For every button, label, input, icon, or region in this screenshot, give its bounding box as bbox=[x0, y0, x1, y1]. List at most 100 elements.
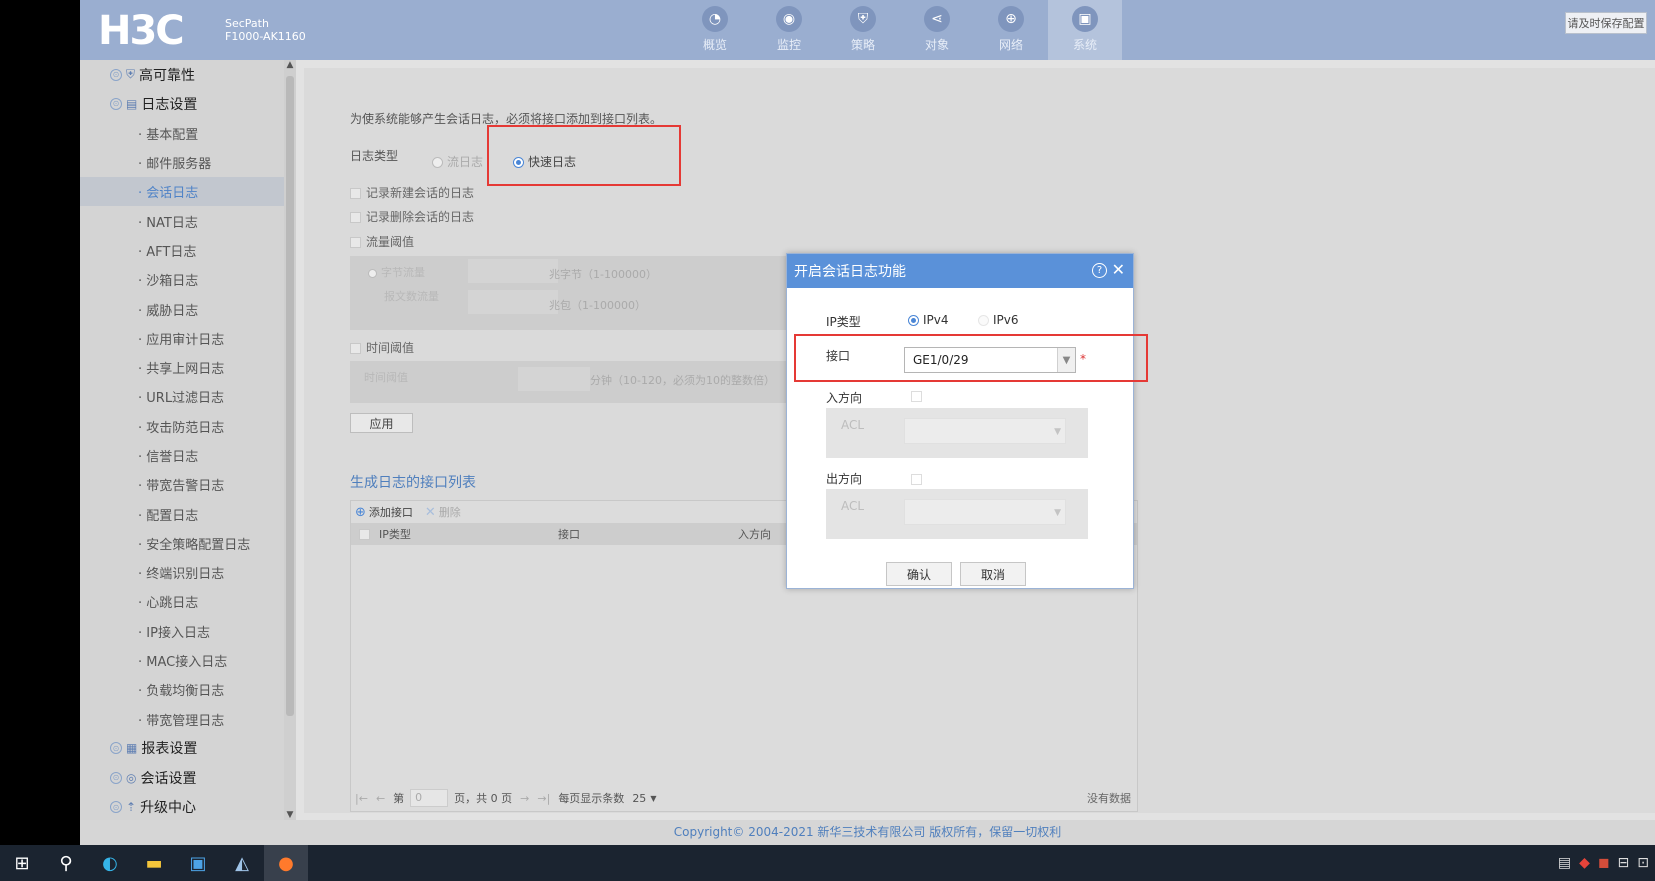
checkbox-icon[interactable] bbox=[350, 188, 361, 199]
radio-icon[interactable] bbox=[432, 157, 443, 168]
ip-type-ipv6-option[interactable]: IPv6 bbox=[978, 313, 1019, 327]
col-inbound[interactable]: 入方向 bbox=[738, 526, 771, 542]
network-icon[interactable]: ⊟ bbox=[1618, 855, 1630, 871]
sidebar-item[interactable]: · 负载均衡日志 bbox=[80, 675, 284, 704]
sidebar-item[interactable]: · 威胁日志 bbox=[80, 294, 284, 323]
radio-icon[interactable] bbox=[978, 315, 989, 326]
pager-page-input[interactable]: 0 bbox=[410, 789, 449, 807]
time-threshold-input[interactable] bbox=[518, 367, 590, 391]
nav-object[interactable]: ⋖ 对象 bbox=[900, 0, 974, 60]
sidebar-group-ha[interactable]: ⊙ ⛨ 高可靠性 bbox=[80, 60, 284, 89]
sidebar-group-log[interactable]: ⊙ ▤ 日志设置 bbox=[80, 89, 284, 118]
chevron-down-icon[interactable]: ▼ bbox=[1054, 508, 1061, 518]
scrollbar-thumb[interactable] bbox=[286, 76, 294, 716]
edge-browser-icon[interactable]: ◐ bbox=[88, 845, 132, 881]
sidebar-item[interactable]: · 沙箱日志 bbox=[80, 265, 284, 294]
sidebar-item[interactable]: · MAC接入日志 bbox=[80, 646, 284, 675]
sidebar-item[interactable]: · 攻击防范日志 bbox=[80, 412, 284, 441]
select-all-checkbox[interactable] bbox=[359, 528, 370, 540]
checkbox-icon[interactable] bbox=[350, 212, 361, 223]
sidebar-item[interactable]: · 安全策略配置日志 bbox=[80, 529, 284, 558]
nav-policy[interactable]: ⛨ 策略 bbox=[826, 0, 900, 60]
sidebar: ⊙ ⛨ 高可靠性 ⊙ ▤ 日志设置 · 基本配置 · 邮件服务器 · 会话日志 · N… bbox=[80, 60, 284, 820]
record-delete-session-checkbox[interactable]: 记录删除会话的日志 bbox=[350, 208, 474, 225]
file-explorer-icon[interactable]: ▬ bbox=[132, 845, 176, 881]
collapse-icon[interactable]: ⊙ bbox=[110, 97, 122, 110]
outbound-acl-select[interactable]: ▼ bbox=[904, 499, 1066, 525]
sidebar-item[interactable]: · 配置日志 bbox=[80, 499, 284, 528]
pager-size-select[interactable]: 25 bbox=[632, 792, 646, 805]
sidebar-item[interactable]: · AFT日志 bbox=[80, 236, 284, 265]
radio-icon[interactable] bbox=[368, 268, 377, 278]
nav-overview[interactable]: ◔ 概览 bbox=[678, 0, 752, 60]
time-threshold-checkbox[interactable]: 时间阈值 bbox=[350, 339, 414, 356]
chevron-down-icon[interactable]: ▼ bbox=[1054, 427, 1061, 437]
sidebar-scrollbar[interactable]: ▲ ▼ bbox=[284, 60, 296, 820]
close-icon[interactable]: ✕ bbox=[1112, 260, 1125, 279]
checkbox-icon[interactable] bbox=[350, 343, 361, 354]
sidebar-item[interactable]: · 邮件服务器 bbox=[80, 148, 284, 177]
ip-type-ipv4-option[interactable]: IPv4 bbox=[908, 313, 949, 327]
confirm-button[interactable]: 确认 bbox=[886, 562, 952, 586]
radio-selected-icon[interactable] bbox=[908, 315, 919, 326]
nav-network[interactable]: ⊕ 网络 bbox=[974, 0, 1048, 60]
sidebar-item[interactable]: · 信誉日志 bbox=[80, 441, 284, 470]
sidebar-item[interactable]: · 心跳日志 bbox=[80, 587, 284, 616]
traffic-packets-input[interactable] bbox=[468, 290, 558, 314]
sidebar-item[interactable]: · 会话日志 bbox=[80, 177, 284, 207]
app-tray-icon[interactable]: ◆ bbox=[1579, 855, 1590, 871]
sidebar-item[interactable]: · 带宽管理日志 bbox=[80, 705, 284, 734]
sidebar-item[interactable]: · NAT日志 bbox=[80, 206, 284, 235]
col-ip-type[interactable]: IP类型 bbox=[379, 526, 411, 542]
keyboard-icon[interactable]: ▤ bbox=[1558, 855, 1571, 871]
outbound-checkbox[interactable] bbox=[911, 474, 922, 485]
sidebar-item[interactable]: · 基本配置 bbox=[80, 119, 284, 148]
display-icon[interactable]: ⊡ bbox=[1637, 855, 1649, 871]
delete-button[interactable]: ✕ 删除 bbox=[425, 504, 461, 520]
sidebar-group-report[interactable]: ⊙ ▦ 报表设置 bbox=[80, 734, 284, 763]
security-tray-icon[interactable]: ◼ bbox=[1598, 855, 1610, 871]
chevron-down-icon[interactable]: ▼ bbox=[650, 794, 656, 803]
nav-system[interactable]: ▣ 系统 bbox=[1048, 0, 1122, 60]
last-page-icon[interactable]: →| bbox=[537, 792, 550, 805]
sidebar-item[interactable]: · 终端识别日志 bbox=[80, 558, 284, 587]
inbound-acl-select[interactable]: ▼ bbox=[904, 418, 1066, 444]
record-new-session-checkbox[interactable]: 记录新建会话的日志 bbox=[350, 184, 474, 201]
sidebar-item[interactable]: · IP接入日志 bbox=[80, 617, 284, 646]
expand-icon[interactable]: ⊙ bbox=[110, 68, 122, 81]
sidebar-group-session[interactable]: ⊙ ◎ 会话设置 bbox=[80, 763, 284, 792]
sidebar-item[interactable]: · 带宽告警日志 bbox=[80, 470, 284, 499]
firefox-icon[interactable]: ● bbox=[264, 845, 308, 881]
sidebar-item[interactable]: · 应用审计日志 bbox=[80, 324, 284, 353]
expand-icon[interactable]: ⊙ bbox=[110, 801, 122, 814]
scroll-up-icon[interactable]: ▲ bbox=[285, 60, 295, 70]
remote-desktop-icon[interactable]: ▣ bbox=[176, 845, 220, 881]
sidebar-item[interactable]: · 共享上网日志 bbox=[80, 353, 284, 382]
next-page-icon[interactable]: → bbox=[520, 792, 529, 805]
windows-start-icon[interactable]: ⊞ bbox=[0, 845, 44, 881]
sidebar-item[interactable]: · URL过滤日志 bbox=[80, 382, 284, 411]
help-icon[interactable]: ? bbox=[1092, 263, 1107, 278]
traffic-bytes-input[interactable] bbox=[468, 259, 558, 283]
inbound-checkbox[interactable] bbox=[911, 391, 922, 402]
search-icon[interactable]: ⚲ bbox=[44, 845, 88, 881]
notepad-icon[interactable]: ◭ bbox=[220, 845, 264, 881]
checkbox-icon[interactable] bbox=[350, 237, 361, 248]
scroll-down-icon[interactable]: ▼ bbox=[285, 810, 295, 820]
save-config-button[interactable]: 请及时保存配置 bbox=[1565, 12, 1647, 34]
add-iface-button[interactable]: ⊕ 添加接口 bbox=[355, 504, 413, 520]
cancel-button[interactable]: 取消 bbox=[960, 562, 1026, 586]
first-page-icon[interactable]: |← bbox=[355, 792, 368, 805]
col-interface[interactable]: 接口 bbox=[558, 526, 580, 542]
main-nav: ◔ 概览 ◉ 监控 ⛨ 策略 ⋖ 对象 ⊕ 网络 ▣ 系统 bbox=[678, 0, 1122, 60]
traffic-bytes-option[interactable]: 字节流量 bbox=[368, 264, 425, 280]
system-tray: ▤ ◆ ◼ ⊟ ⊡ bbox=[1558, 845, 1655, 881]
apply-button[interactable]: 应用 bbox=[350, 413, 413, 433]
log-type-flow-option[interactable]: 流日志 bbox=[432, 153, 483, 170]
prev-page-icon[interactable]: ← bbox=[376, 792, 385, 805]
sidebar-group-upgrade[interactable]: ⊙ ⇡ 升级中心 bbox=[80, 792, 284, 820]
expand-icon[interactable]: ⊙ bbox=[110, 771, 122, 784]
traffic-threshold-checkbox[interactable]: 流量阈值 bbox=[350, 233, 414, 250]
expand-icon[interactable]: ⊙ bbox=[110, 742, 122, 755]
nav-monitor[interactable]: ◉ 监控 bbox=[752, 0, 826, 60]
